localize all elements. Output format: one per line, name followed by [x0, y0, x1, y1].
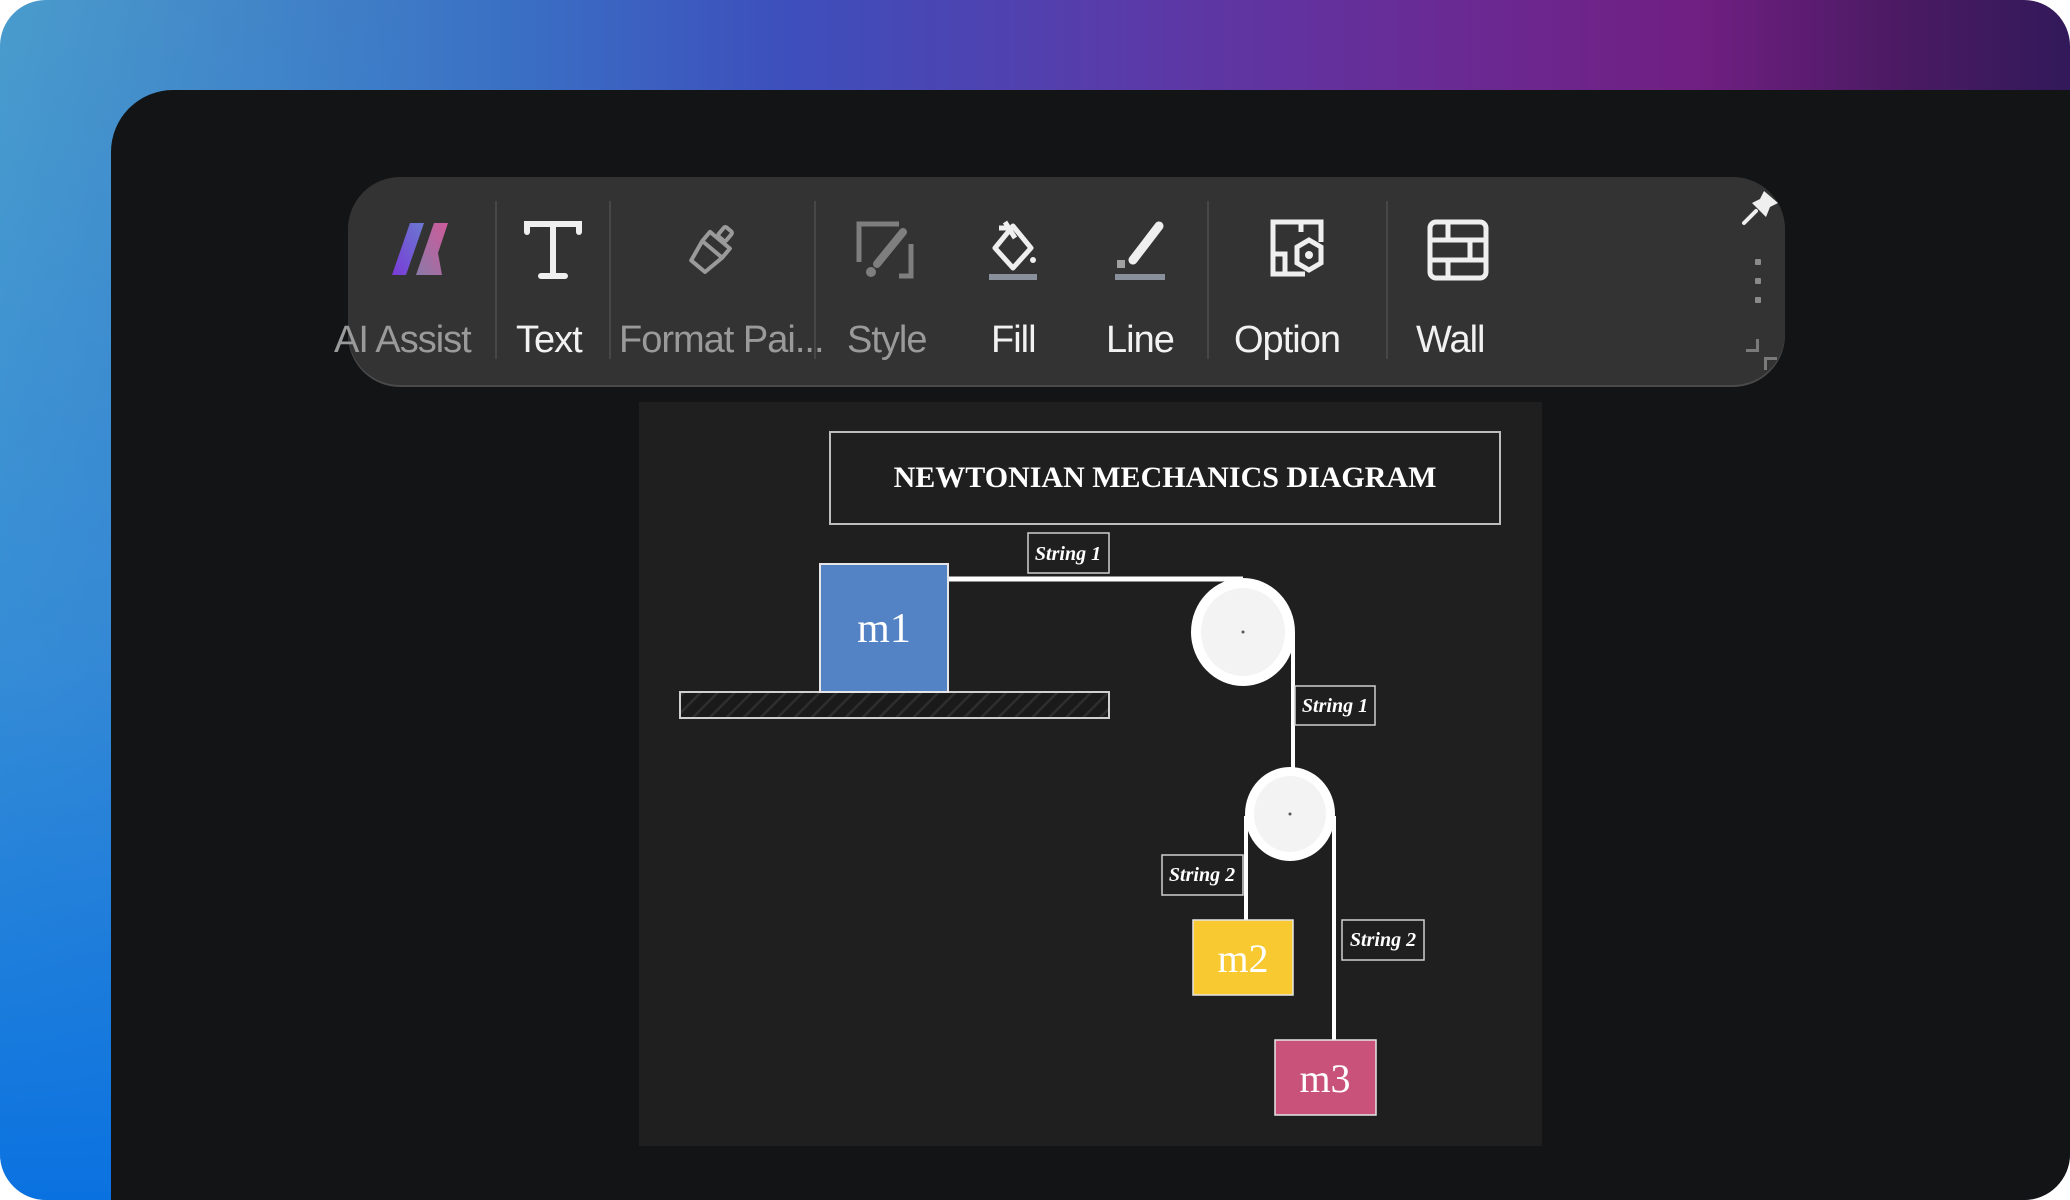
- style-brush-frame-icon: [850, 215, 920, 285]
- ai-assist-label: AI Assist: [334, 319, 472, 361]
- fill-button[interactable]: Fill: [953, 177, 1073, 385]
- mass-m1[interactable]: m1: [819, 563, 949, 693]
- string-label-top[interactable]: String 1: [1027, 532, 1110, 574]
- wall-bricks-icon: [1423, 215, 1493, 285]
- movable-pulley[interactable]: [1245, 767, 1335, 861]
- floating-toolbar: AI Assist Text Format Pai... Style Fill …: [334, 177, 1785, 385]
- toolbar-separator: [814, 201, 816, 359]
- mass-m2[interactable]: m2: [1192, 919, 1294, 996]
- string-label-text: String 1: [1302, 695, 1368, 717]
- mass-label: m2: [1217, 936, 1268, 981]
- diagram-title: NEWTONIAN MECHANICS DIAGRAM: [894, 461, 1437, 494]
- style-label: Style: [847, 319, 927, 361]
- style-button[interactable]: Style: [818, 177, 953, 385]
- fixed-pulley[interactable]: [1191, 578, 1295, 686]
- hatched-ground[interactable]: [679, 691, 1110, 719]
- toolbar-separator: [1207, 201, 1209, 359]
- fill-label: Fill: [991, 319, 1037, 361]
- option-settings-icon: [1262, 215, 1332, 285]
- mass-m3[interactable]: m3: [1274, 1039, 1377, 1116]
- line-button[interactable]: Line: [1076, 177, 1204, 385]
- format-painter-button[interactable]: Format Pai...: [611, 177, 824, 385]
- option-button[interactable]: Option: [1210, 177, 1385, 385]
- resize-handle-icon[interactable]: [1764, 357, 1777, 370]
- string-label-text: String 1: [1035, 543, 1101, 565]
- fill-bucket-icon: [978, 215, 1048, 285]
- vertical-dots-icon[interactable]: [1755, 259, 1763, 309]
- ai-assist-button[interactable]: AI Assist: [334, 177, 496, 385]
- text-button[interactable]: Text: [498, 177, 608, 385]
- option-label: Option: [1234, 319, 1341, 361]
- pin-icon[interactable]: [1740, 189, 1780, 229]
- pulley-axle: [1241, 630, 1245, 634]
- string-label-vertical[interactable]: String 1: [1294, 685, 1376, 726]
- diagram-title-box[interactable]: NEWTONIAN MECHANICS DIAGRAM: [829, 431, 1501, 525]
- string-label-left-lower[interactable]: String 2: [1161, 854, 1244, 896]
- string-label-right-lower[interactable]: String 2: [1341, 919, 1425, 961]
- wall-label: Wall: [1416, 319, 1485, 361]
- wall-button[interactable]: Wall: [1388, 177, 1528, 385]
- format-painter-brush-icon: [678, 215, 748, 285]
- text-t-icon: [518, 215, 588, 285]
- resize-handle-icon[interactable]: [1746, 339, 1759, 352]
- mass-label: m1: [857, 606, 911, 652]
- line-label: Line: [1106, 319, 1175, 361]
- toolbar-separator: [495, 201, 497, 359]
- line-pen-icon: [1104, 215, 1174, 285]
- string-label-text: String 2: [1169, 864, 1235, 886]
- format-painter-label: Format Pai...: [619, 319, 824, 361]
- pulley-axle: [1288, 812, 1292, 816]
- ai-assist-logo-icon: [387, 215, 457, 285]
- string-label-text: String 2: [1350, 929, 1416, 951]
- mass-label: m3: [1299, 1056, 1350, 1101]
- text-label: Text: [516, 319, 583, 361]
